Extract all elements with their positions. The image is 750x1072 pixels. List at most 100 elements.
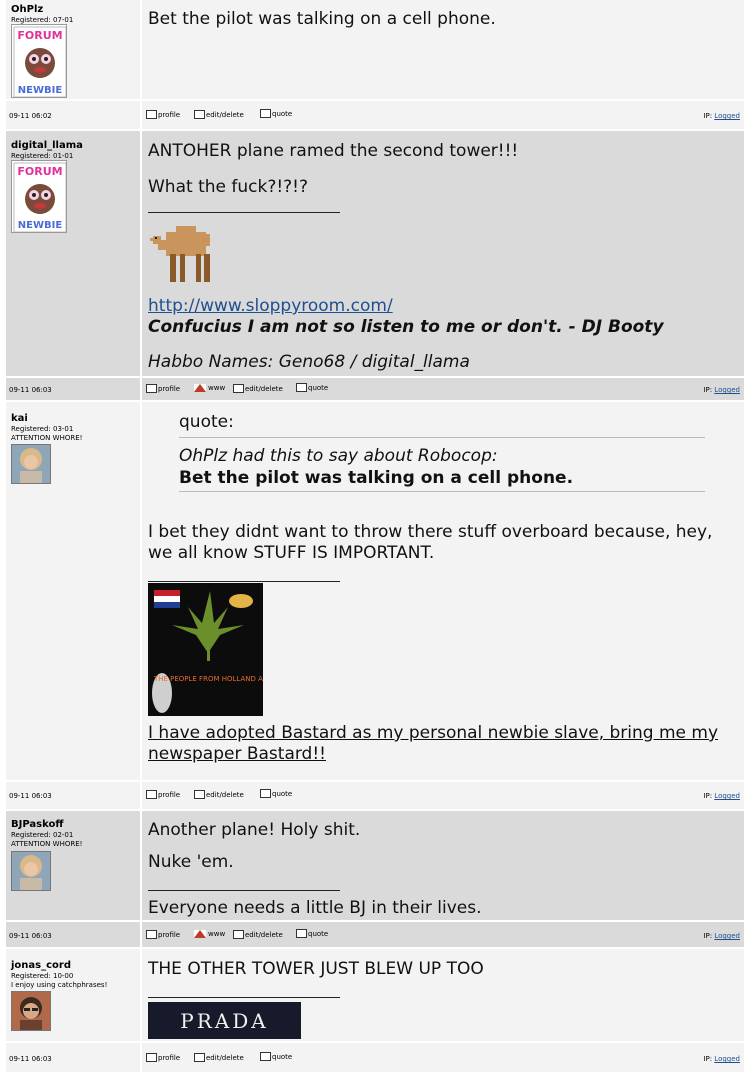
post-footer: 09-11 06:03 profile edit/delete quote IP… xyxy=(6,1043,744,1072)
edit-delete-button[interactable]: edit/delete xyxy=(194,1053,244,1062)
photo-avatar xyxy=(11,851,51,891)
post-date: 09-11 06:03 xyxy=(9,386,52,394)
ip-logged-link[interactable]: Logged xyxy=(714,112,740,120)
post-date: 09-11 06:03 xyxy=(9,932,52,940)
post-kai: kai Registered: 03-01 ATTENTION WHORE! q… xyxy=(6,402,744,780)
post-date: 09-11 06:03 xyxy=(9,1055,52,1063)
post-footer: 09-11 06:03 profile www edit/delete quot… xyxy=(6,922,744,947)
post-message-cell: Another plane! Holy shit. Nuke 'em. Ever… xyxy=(142,811,744,920)
quote-divider-bottom xyxy=(179,491,705,492)
quote-attribution: OhPlz had this to say about Robocop: xyxy=(179,446,498,466)
signature-habbo: Habbo Names: Geno68 / digital_llama xyxy=(148,352,470,372)
quote-button[interactable]: quote xyxy=(260,109,292,118)
ip-logged-link[interactable]: Logged xyxy=(714,932,740,940)
registered-date: Registered: 03-01 xyxy=(11,425,74,433)
www-button[interactable]: www xyxy=(194,384,225,392)
ip-status: IP: Logged xyxy=(703,932,740,940)
user-title: ATTENTION WHORE! xyxy=(11,434,83,442)
edit-delete-button[interactable]: edit/delete xyxy=(194,790,244,799)
username[interactable]: digital_llama xyxy=(11,140,83,151)
edit-icon xyxy=(233,384,244,393)
profile-button[interactable]: profile xyxy=(146,110,180,119)
post-text: Bet the pilot was talking on a cell phon… xyxy=(148,9,496,29)
profile-icon xyxy=(146,790,157,799)
edit-delete-button[interactable]: edit/delete xyxy=(233,930,283,939)
ip-logged-link[interactable]: Logged xyxy=(714,1055,740,1063)
post-date: 09-11 06:03 xyxy=(9,792,52,800)
quote-button[interactable]: quote xyxy=(260,789,292,798)
quote-icon xyxy=(260,109,271,118)
edit-icon xyxy=(194,110,205,119)
ip-status: IP: Logged xyxy=(703,1055,740,1063)
profile-icon xyxy=(146,110,157,119)
signature-divider xyxy=(148,890,340,891)
post-author-cell: kai Registered: 03-01 ATTENTION WHORE! xyxy=(6,402,140,780)
profile-icon xyxy=(146,930,157,939)
camel-icon xyxy=(150,226,210,282)
post-footer: 09-11 06:03 profile www edit/delete quot… xyxy=(6,378,744,400)
profile-button[interactable]: profile xyxy=(146,790,180,799)
svg-text:NEWBIE: NEWBIE xyxy=(18,220,63,231)
profile-button[interactable]: profile xyxy=(146,384,180,393)
post-author-cell: jonas_cord Registered: 10-00 I enjoy usi… xyxy=(6,949,140,1041)
username[interactable]: OhPlz xyxy=(11,4,43,15)
post-footer: 09-11 06:02 profile edit/delete quote IP… xyxy=(6,101,744,129)
quote-icon xyxy=(260,1052,271,1061)
post-ohplz: OhPlz Registered: 07-01 FORUM NEWBIE Bet… xyxy=(6,0,744,99)
post-text: THE OTHER TOWER JUST BLEW UP TOO xyxy=(148,959,484,979)
svg-text:FORUM: FORUM xyxy=(17,165,62,178)
ip-status: IP: Logged xyxy=(703,112,740,120)
quote-icon xyxy=(296,929,307,938)
post-jonas-cord: jonas_cord Registered: 10-00 I enjoy usi… xyxy=(6,949,744,1041)
forum-newbie-icon: FORUM NEWBIE xyxy=(11,24,67,98)
registered-date: Registered: 01-01 xyxy=(11,152,74,160)
quote-divider-top xyxy=(179,437,705,438)
quote-label: quote: xyxy=(179,412,234,432)
profile-icon xyxy=(146,384,157,393)
registered-date: Registered: 10-00 xyxy=(11,972,74,980)
photo-avatar xyxy=(11,444,51,484)
www-button[interactable]: www xyxy=(194,930,225,938)
ip-status: IP: Logged xyxy=(703,792,740,800)
ip-logged-link[interactable]: Logged xyxy=(714,792,740,800)
home-icon xyxy=(194,930,206,938)
quote-icon xyxy=(296,383,307,392)
post-text: ANTOHER plane ramed the second tower!!! xyxy=(148,141,519,161)
edit-icon xyxy=(194,1053,205,1062)
username[interactable]: BJPaskoff xyxy=(11,819,63,830)
ip-logged-link[interactable]: Logged xyxy=(714,386,740,394)
post-message-cell: quote: OhPlz had this to say about Roboc… xyxy=(142,402,744,780)
quote-button[interactable]: quote xyxy=(296,929,328,938)
holland-army-banner: THE PEOPLE FROM HOLLAND ARMY xyxy=(148,583,279,716)
edit-icon xyxy=(233,930,244,939)
forum-newbie-icon: FORUM NEWBIE xyxy=(11,160,67,233)
signature-link[interactable]: http://www.sloppyroom.com/ xyxy=(148,296,393,316)
post-message-cell: Bet the pilot was talking on a cell phon… xyxy=(142,0,744,99)
post-text: I bet they didnt want to throw there stu… xyxy=(148,522,713,542)
post-message-cell: ANTOHER plane ramed the second tower!!! … xyxy=(142,131,744,376)
signature-divider xyxy=(148,212,340,213)
profile-button[interactable]: profile xyxy=(146,930,180,939)
signature-text: I have adopted Bastard as my personal ne… xyxy=(148,723,719,743)
post-author-cell: digital_llama Registered: 01-01 FORUM NE… xyxy=(6,131,140,376)
home-icon xyxy=(194,384,206,392)
post-author-cell: OhPlz Registered: 07-01 FORUM NEWBIE xyxy=(6,0,140,99)
edit-delete-button[interactable]: edit/delete xyxy=(194,110,244,119)
post-text: Another plane! Holy shit. xyxy=(148,820,361,840)
banner-text: THE PEOPLE FROM HOLLAND ARMY xyxy=(153,675,263,683)
ip-status: IP: Logged xyxy=(703,386,740,394)
user-title: ATTENTION WHORE! xyxy=(11,840,83,848)
username[interactable]: kai xyxy=(11,413,28,424)
post-bjpaskoff: BJPaskoff Registered: 02-01 ATTENTION WH… xyxy=(6,811,744,920)
edit-delete-button[interactable]: edit/delete xyxy=(233,384,283,393)
post-text: What the fuck?!?!? xyxy=(148,177,309,197)
post-author-cell: BJPaskoff Registered: 02-01 ATTENTION WH… xyxy=(6,811,140,920)
forum-thread: OhPlz Registered: 07-01 FORUM NEWBIE Bet… xyxy=(6,0,744,1072)
signature-quote: Confucius I am not so listen to me or do… xyxy=(148,317,664,337)
edit-icon xyxy=(194,790,205,799)
profile-button[interactable]: profile xyxy=(146,1053,180,1062)
quote-button[interactable]: quote xyxy=(260,1052,292,1061)
post-date: 09-11 06:02 xyxy=(9,112,52,120)
username[interactable]: jonas_cord xyxy=(11,960,71,971)
quote-button[interactable]: quote xyxy=(296,383,328,392)
